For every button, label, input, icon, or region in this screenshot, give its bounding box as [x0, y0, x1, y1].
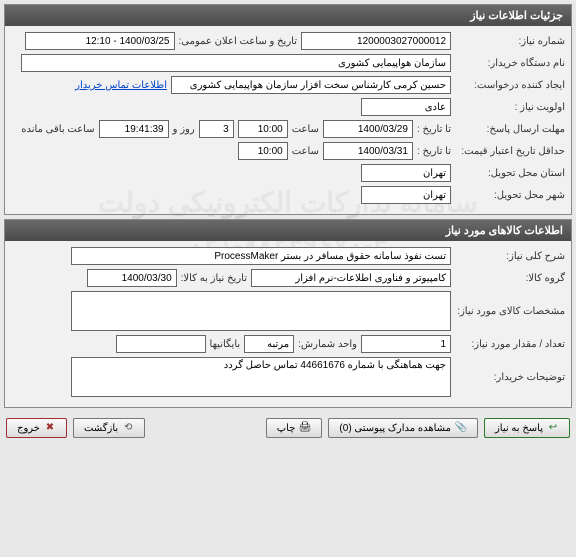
packaging-label: بایگانیها: [210, 339, 241, 350]
unit-label: واحد شمارش:: [298, 339, 357, 350]
back-button-label: بازگشت: [84, 423, 118, 434]
buyer-label: نام دستگاه خریدار:: [455, 58, 565, 69]
attachments-button[interactable]: مشاهده مدارک پیوستی (0): [328, 418, 478, 438]
until-label-2: تا تاریخ :: [417, 146, 451, 157]
creator-field: [171, 76, 451, 94]
deadline-label: مهلت ارسال پاسخ:: [455, 124, 565, 135]
validity-date-field: [323, 142, 413, 160]
buyer-contact-link[interactable]: اطلاعات تماس خریدار: [75, 80, 167, 91]
print-button[interactable]: چاپ: [266, 418, 323, 438]
exit-button-label: خروج: [17, 423, 40, 434]
deadline-date-field: [323, 120, 413, 138]
attachments-button-label: مشاهده مدارک پیوستی (0): [339, 423, 451, 434]
delivery-city-field: [361, 186, 451, 204]
buyer-field: [21, 54, 451, 72]
button-bar: پاسخ به نیاز مشاهده مدارک پیوستی (0) چاپ…: [0, 412, 576, 444]
reply-button-label: پاسخ به نیاز: [495, 423, 543, 434]
qty-field: [361, 335, 451, 353]
specs-field: [71, 291, 451, 331]
exit-button[interactable]: خروج: [6, 418, 67, 438]
group-label: گروه کالا:: [455, 273, 565, 284]
specs-label: مشخصات کالای مورد نیاز:: [455, 306, 565, 317]
back-button[interactable]: بازگشت: [73, 418, 145, 438]
notes-label: توضیحات خریدار:: [455, 372, 565, 383]
request-no-field: [301, 32, 451, 50]
announce-label: تاریخ و ساعت اعلان عمومی:: [179, 36, 298, 47]
need-by-label: تاریخ نیاز به کالا:: [181, 273, 247, 284]
creator-label: ایجاد کننده درخواست:: [455, 80, 565, 91]
time-label-2: ساعت: [292, 146, 319, 157]
priority-label: اولویت نیاز :: [455, 102, 565, 113]
goods-info-header: اطلاعات کالاهای مورد نیاز: [5, 220, 571, 241]
print-button-label: چاپ: [277, 423, 296, 434]
group-field: [251, 269, 451, 287]
general-desc-label: شرح کلی نیاز:: [455, 251, 565, 262]
need-details-header: جزئیات اطلاعات نیاز: [5, 5, 571, 26]
day-and-label: روز و: [173, 124, 195, 135]
request-no-label: شماره نیاز:: [455, 36, 565, 47]
validity-label: حداقل تاریخ اعتبار قیمت:: [455, 146, 565, 157]
deadline-time-field: [238, 120, 288, 138]
days-remaining-field: [199, 120, 234, 138]
back-icon: [122, 422, 134, 434]
exit-icon: [44, 422, 56, 434]
delivery-province-label: استان محل تحویل:: [455, 168, 565, 179]
general-desc-field: [71, 247, 451, 265]
until-label-1: تا تاریخ :: [417, 124, 451, 135]
qty-label: تعداد / مقدار مورد نیاز:: [455, 339, 565, 350]
reply-button[interactable]: پاسخ به نیاز: [484, 418, 570, 438]
priority-field: [361, 98, 451, 116]
print-icon: [299, 422, 311, 434]
goods-info-panel: اطلاعات کالاهای مورد نیاز شرح کلی نیاز: …: [4, 219, 572, 408]
time-label-1: ساعت: [292, 124, 319, 135]
packaging-field: [116, 335, 206, 353]
notes-field: جهت هماهنگی با شماره 44661676 تماس حاصل …: [71, 357, 451, 397]
announce-field: [25, 32, 175, 50]
delivery-city-label: شهر محل تحویل:: [455, 190, 565, 201]
delivery-province-field: [361, 164, 451, 182]
validity-time-field: [238, 142, 288, 160]
need-details-panel: جزئیات اطلاعات نیاز شماره نیاز: تاریخ و …: [4, 4, 572, 215]
attachment-icon: [455, 422, 467, 434]
hours-remaining-label: ساعت باقی مانده: [21, 124, 94, 135]
unit-field: [244, 335, 294, 353]
countdown-field: [99, 120, 169, 138]
need-by-field: [87, 269, 177, 287]
reply-icon: [547, 422, 559, 434]
